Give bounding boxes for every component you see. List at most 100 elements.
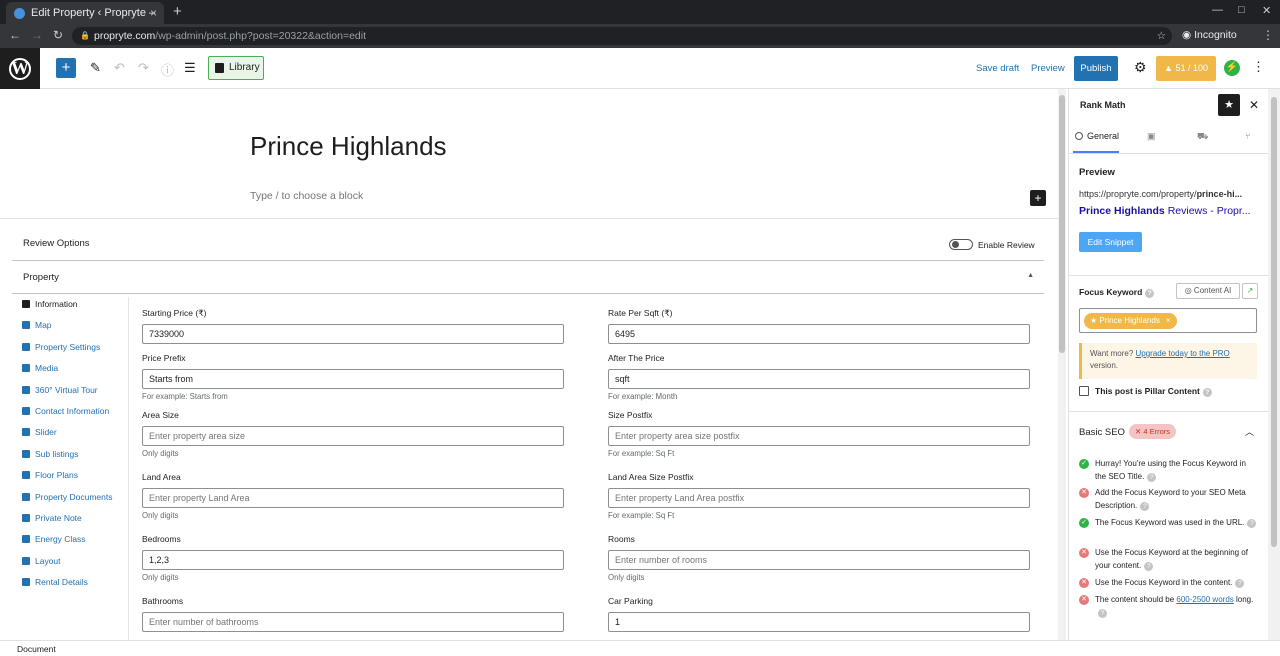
- focus-keyword-chip[interactable]: ★ Prince Highlands ×: [1084, 313, 1177, 329]
- gear-icon: [22, 342, 30, 351]
- help-icon[interactable]: ?: [1247, 519, 1257, 528]
- close-window-icon[interactable]: ✕: [1262, 4, 1271, 17]
- property-panel-header[interactable]: Property ▲: [12, 260, 1044, 294]
- tab-close-icon[interactable]: ×: [150, 6, 157, 20]
- pillar-content-checkbox[interactable]: This post is Pillar Content?: [1079, 386, 1212, 397]
- close-icon[interactable]: ✕: [1249, 98, 1259, 112]
- new-tab-icon[interactable]: +: [173, 3, 182, 20]
- settings-gear-icon[interactable]: ⚙: [1134, 59, 1147, 76]
- content-ai-icon: ◎: [1184, 286, 1194, 295]
- size-postfix-input[interactable]: Enter property area size postfix: [608, 426, 1030, 446]
- help-icon[interactable]: ?: [1147, 472, 1157, 482]
- rooms-input[interactable]: Enter number of rooms: [608, 550, 1030, 570]
- nav-item-private-note[interactable]: Private Note: [14, 511, 128, 532]
- chevron-up-icon[interactable]: ︿: [1245, 425, 1254, 438]
- help-icon[interactable]: ?: [1140, 501, 1150, 511]
- basic-seo-label[interactable]: Basic SEO: [1079, 427, 1125, 438]
- word-count-link[interactable]: 600-2500 words: [1176, 595, 1233, 604]
- nav-item-layout[interactable]: Layout: [14, 554, 128, 575]
- nav-item-property-documents[interactable]: Property Documents: [14, 490, 128, 511]
- nav-item-slider[interactable]: Slider: [14, 425, 128, 446]
- help-icon[interactable]: ?: [1202, 388, 1212, 397]
- tab-general[interactable]: General: [1073, 131, 1120, 153]
- redo-icon[interactable]: ↷: [138, 60, 149, 76]
- edit-snippet-button[interactable]: Edit Snippet: [1079, 232, 1142, 252]
- publish-button[interactable]: Publish: [1074, 56, 1118, 81]
- sidebar-scrollbar[interactable]: [1268, 89, 1280, 640]
- land-area-input[interactable]: Enter property Land Area: [142, 488, 564, 508]
- back-icon[interactable]: ←: [9, 28, 21, 42]
- add-block-button[interactable]: +: [56, 58, 76, 78]
- editor-scrollbar[interactable]: [1058, 89, 1066, 640]
- help-icon[interactable]: ?: [1145, 289, 1155, 298]
- enable-review-toggle[interactable]: [949, 239, 973, 250]
- tab-schema-cart-icon[interactable]: ⛟: [1197, 131, 1208, 143]
- bookmark-star-icon[interactable]: ☆: [1157, 27, 1166, 45]
- area-size-input[interactable]: Enter property area size: [142, 426, 564, 446]
- wordpress-logo-icon[interactable]: W: [0, 48, 40, 89]
- block-placeholder[interactable]: Type / to choose a block: [250, 190, 363, 202]
- nav-item-virtual-tour[interactable]: 360° Virtual Tour: [14, 383, 128, 404]
- collapse-caret-icon[interactable]: ▲: [1027, 272, 1034, 279]
- chip-remove-icon[interactable]: ×: [1166, 316, 1171, 325]
- help-icon[interactable]: ?: [1144, 561, 1154, 571]
- starting-price-input[interactable]: 7339000: [142, 324, 564, 344]
- url-input[interactable]: 🔒 propryte.com/wp-admin/post.php?post=20…: [72, 27, 1172, 45]
- focus-keyword-input[interactable]: ★ Prince Highlands ×: [1079, 308, 1257, 333]
- reload-icon[interactable]: ↻: [53, 28, 63, 42]
- seo-check-item: ✕ The content should be 600-2500 words lo…: [1079, 594, 1257, 619]
- edit-pencil-icon[interactable]: ✎: [90, 60, 101, 76]
- nav-item-contact-information[interactable]: Contact Information: [14, 404, 128, 425]
- upgrade-link[interactable]: Upgrade today to the PRO: [1136, 349, 1230, 358]
- nav-item-floor-plans[interactable]: Floor Plans: [14, 468, 128, 489]
- content-ai-button[interactable]: ◎ Content AI: [1176, 283, 1240, 299]
- nav-item-map[interactable]: Map: [14, 318, 128, 339]
- tab-label: General: [1087, 131, 1120, 141]
- list-view-icon[interactable]: ☰: [184, 60, 196, 76]
- document-breadcrumb[interactable]: Document: [17, 644, 56, 654]
- trends-icon[interactable]: ↗: [1242, 283, 1258, 299]
- bathrooms-input[interactable]: Enter number of bathrooms: [142, 612, 564, 632]
- help-icon[interactable]: ?: [1098, 608, 1107, 618]
- meta-boxes: Review Options Enable Review Property ▲ …: [0, 218, 1058, 640]
- maximize-icon[interactable]: □: [1238, 4, 1245, 16]
- nav-label: Contact Information: [35, 405, 110, 416]
- forward-icon[interactable]: →: [31, 28, 43, 42]
- nav-item-sub-listings[interactable]: Sub listings: [14, 447, 128, 468]
- car-parking-input[interactable]: 1: [608, 612, 1030, 632]
- tab-advanced-icon[interactable]: ⑂: [1245, 131, 1250, 141]
- library-button[interactable]: Library: [208, 56, 264, 80]
- nav-item-property-settings[interactable]: Property Settings: [14, 340, 128, 361]
- review-options-title[interactable]: Review Options: [23, 238, 90, 249]
- preview-button[interactable]: Preview: [1031, 63, 1065, 74]
- browser-tab[interactable]: Edit Property ‹ Propryte – ×: [6, 2, 164, 24]
- land-area-postfix-input[interactable]: Enter property Land Area postfix: [608, 488, 1030, 508]
- nav-item-media[interactable]: Media: [14, 361, 128, 382]
- undo-icon[interactable]: ↶: [114, 60, 125, 76]
- bedrooms-input[interactable]: 1,2,3: [142, 550, 564, 570]
- options-menu-icon[interactable]: ⋮: [1252, 59, 1265, 75]
- nav-label: 360° Virtual Tour: [35, 384, 98, 395]
- scrollbar-thumb[interactable]: [1059, 95, 1065, 353]
- tab-social-icon[interactable]: ▣: [1147, 131, 1156, 142]
- rate-per-sqft-input[interactable]: 6495: [608, 324, 1030, 344]
- scrollbar-thumb[interactable]: [1271, 97, 1277, 547]
- price-prefix-input[interactable]: Starts from: [142, 369, 564, 389]
- rank-math-score-button[interactable]: ▲ 51 / 100: [1156, 56, 1216, 81]
- check-text-suffix: long.: [1233, 595, 1254, 604]
- nav-item-information[interactable]: Information: [14, 297, 128, 318]
- checkbox-icon[interactable]: [1079, 386, 1089, 396]
- after-price-input[interactable]: sqft: [608, 369, 1030, 389]
- browser-menu-icon[interactable]: ⋮: [1262, 28, 1274, 42]
- minimize-icon[interactable]: —: [1212, 4, 1223, 16]
- incognito-badge[interactable]: ◉ Incognito: [1182, 29, 1237, 41]
- nav-item-energy-class[interactable]: Energy Class: [14, 532, 128, 553]
- pin-star-icon[interactable]: ★: [1218, 94, 1240, 116]
- inline-add-block-button[interactable]: +: [1030, 190, 1046, 206]
- details-info-icon[interactable]: ⓘ: [161, 60, 174, 79]
- post-title[interactable]: Prince Highlands: [250, 131, 447, 162]
- nav-item-rental-details[interactable]: Rental Details: [14, 575, 128, 596]
- help-icon[interactable]: ?: [1235, 579, 1245, 588]
- bolt-icon[interactable]: ⚡: [1224, 60, 1240, 76]
- save-draft-button[interactable]: Save draft: [976, 63, 1019, 74]
